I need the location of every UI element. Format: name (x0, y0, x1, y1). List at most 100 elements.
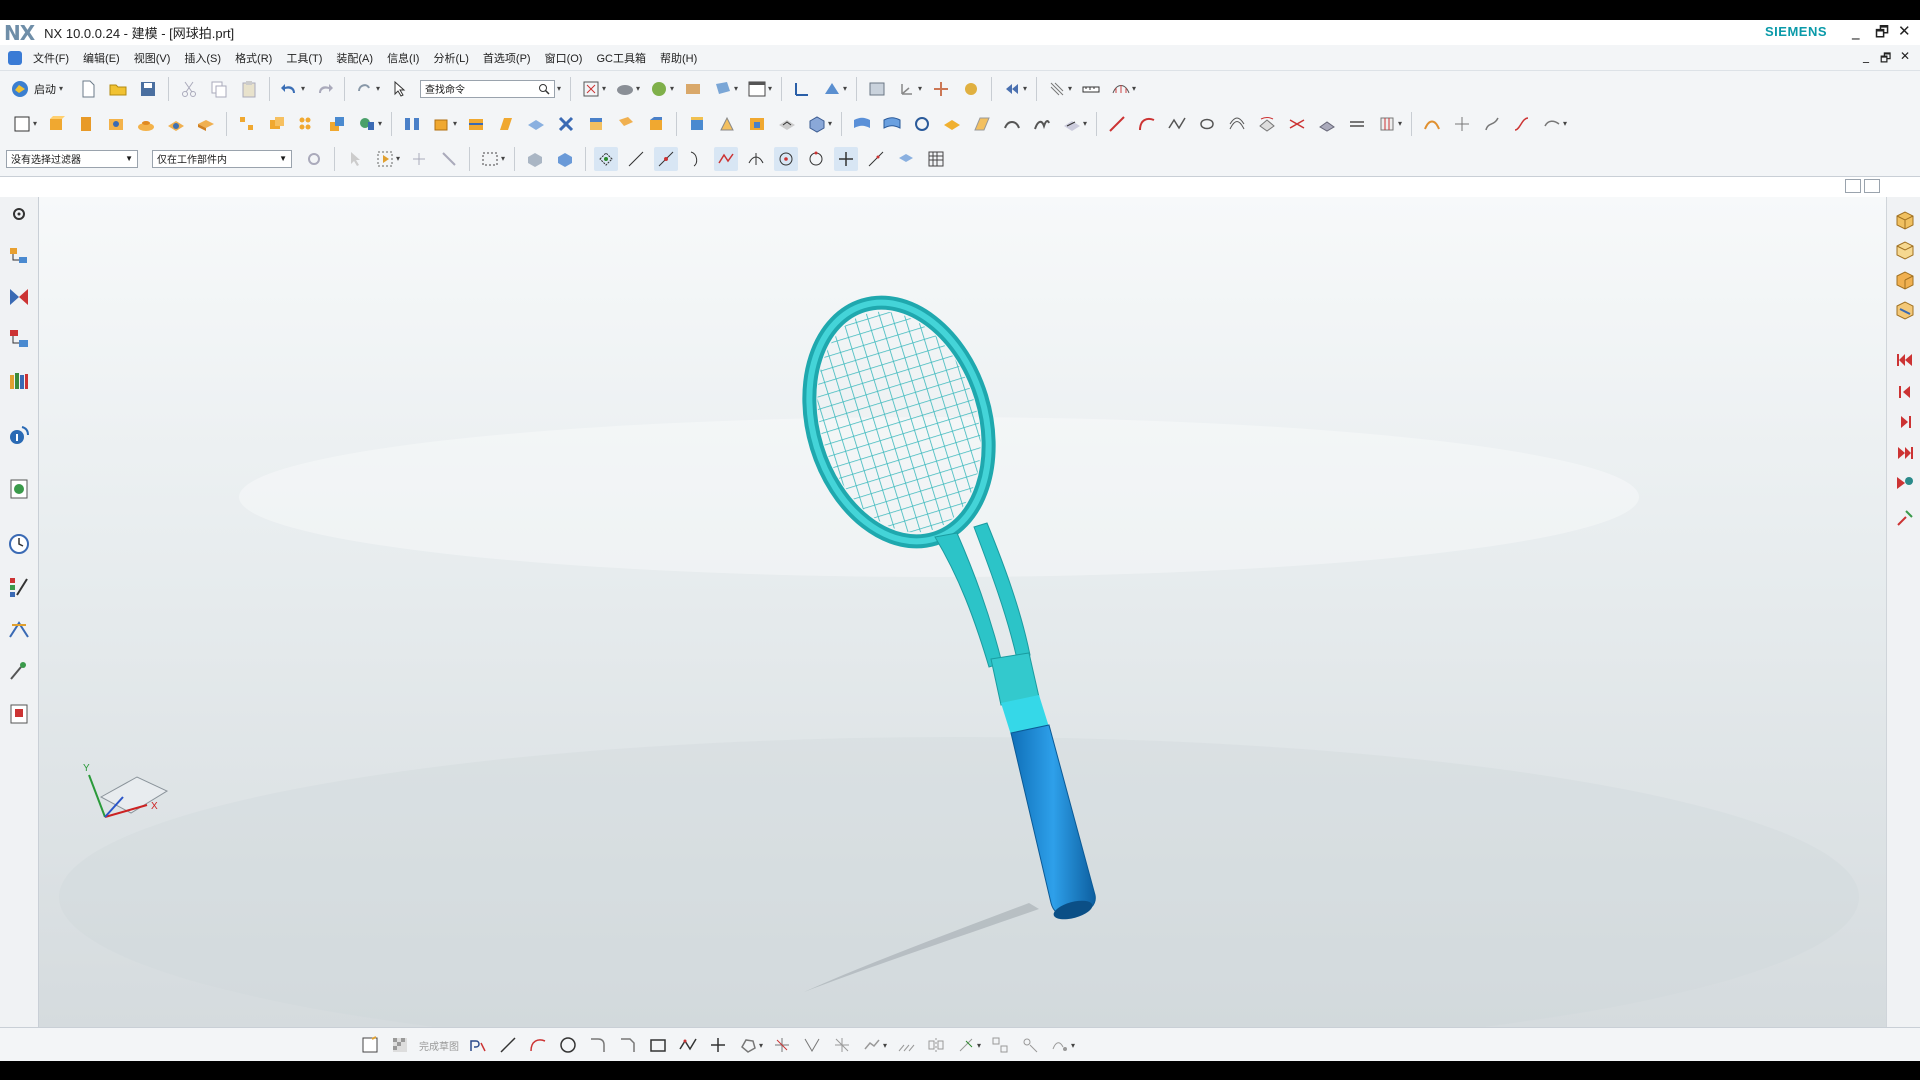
save-button[interactable] (136, 77, 160, 101)
sketch-line-button[interactable] (496, 1033, 520, 1057)
history-button[interactable] (7, 532, 31, 556)
layout-button[interactable] (745, 77, 769, 101)
move-to-layer-button[interactable] (711, 77, 735, 101)
web-browser-button[interactable] (7, 477, 31, 501)
chamfer-button[interactable] (644, 112, 668, 136)
curve-analysis-button[interactable] (1109, 77, 1133, 101)
select-all-button[interactable] (373, 147, 397, 171)
array-button[interactable] (295, 112, 319, 136)
previous-step-button[interactable] (1894, 381, 1916, 403)
sketch-circle-button[interactable] (556, 1033, 580, 1057)
auto-constrain-button[interactable] (1018, 1033, 1042, 1057)
menu-view[interactable]: 视图(V) (127, 50, 178, 66)
menu-tools[interactable]: 工具(T) (279, 50, 329, 66)
sketch-point-button[interactable] (706, 1033, 730, 1057)
chevron-down-icon[interactable]: ▾ (301, 84, 307, 93)
chevron-down-icon[interactable]: ▾ (1083, 119, 1089, 128)
chevron-down-icon[interactable]: ▾ (734, 84, 740, 93)
touch-mode-button[interactable] (387, 77, 411, 101)
open-file-button[interactable] (106, 77, 130, 101)
snap-existing-point-button[interactable] (834, 146, 858, 171)
snap-arc-center-button[interactable] (774, 146, 798, 171)
background-button[interactable] (647, 77, 671, 101)
project-curve-button[interactable] (1255, 112, 1279, 136)
sketch-arc-button[interactable] (526, 1033, 550, 1057)
trim-curve-button[interactable] (1450, 112, 1474, 136)
layer-button[interactable] (681, 77, 705, 101)
trimmed-sheet-button[interactable] (1060, 112, 1084, 136)
snap-point-on-curve-button[interactable] (864, 147, 888, 171)
history-replay-button[interactable] (1894, 507, 1916, 529)
chevron-down-icon[interactable]: ▾ (501, 154, 507, 163)
menu-file[interactable]: 文件(F) (26, 50, 76, 66)
graphics-window[interactable]: Y X (39, 197, 1886, 1027)
snap-line-button[interactable] (624, 147, 648, 171)
select-body-button[interactable] (523, 147, 547, 171)
snap-view-button[interactable] (820, 77, 844, 101)
section-curve-button[interactable] (1315, 112, 1339, 136)
sketch-rectangle-button[interactable] (646, 1033, 670, 1057)
repeat-command-button[interactable] (353, 77, 377, 101)
chevron-down-icon[interactable]: ▾ (1563, 119, 1569, 128)
intersection-curve-button[interactable] (1285, 112, 1309, 136)
animation-button[interactable] (1000, 77, 1024, 101)
chevron-down-icon[interactable]: ▾ (759, 1041, 765, 1050)
minimize-window-button[interactable]: _ (1852, 22, 1860, 40)
new-file-button[interactable] (76, 77, 100, 101)
start-button[interactable]: 启动 ▾ (10, 79, 67, 99)
pattern-feature-button[interactable] (235, 112, 259, 136)
reuse-library-button[interactable] (7, 369, 31, 393)
studio-surface-button[interactable] (910, 112, 934, 136)
chevron-down-icon[interactable]: ▾ (396, 154, 402, 163)
undo-button[interactable] (278, 77, 302, 101)
system-materials-button[interactable] (7, 575, 31, 599)
rectangle-select-button[interactable] (478, 147, 502, 171)
command-search-input[interactable]: 查找命令 (420, 79, 555, 98)
copy-button[interactable] (207, 77, 231, 101)
n-sided-button[interactable] (1000, 112, 1024, 136)
swept-button[interactable] (940, 112, 964, 136)
arc-button[interactable] (1135, 112, 1159, 136)
select-feature-button[interactable] (302, 147, 326, 171)
render-style-button[interactable] (613, 77, 637, 101)
menu-gc-toolkit[interactable]: GC工具箱 (589, 50, 653, 66)
helix-button[interactable] (1195, 112, 1219, 136)
combine-button[interactable] (325, 112, 349, 136)
paste-button[interactable] (237, 77, 261, 101)
view-top-button[interactable] (1894, 239, 1916, 261)
snap-endpoint-button[interactable] (594, 146, 618, 171)
menu-assemblies[interactable]: 装配(A) (329, 50, 380, 66)
follow-selection-button[interactable] (407, 147, 431, 171)
edge-blend-button[interactable] (614, 112, 638, 136)
chevron-down-icon[interactable]: ▾ (636, 84, 642, 93)
cut-button[interactable] (177, 77, 201, 101)
menu-insert[interactable]: 插入(S) (177, 50, 228, 66)
line-button[interactable] (1105, 112, 1129, 136)
geometric-constraints-button[interactable] (988, 1033, 1012, 1057)
menu-analysis[interactable]: 分析(L) (426, 50, 475, 66)
chevron-down-icon[interactable]: ▾ (1132, 84, 1138, 93)
spline-button[interactable] (1165, 112, 1189, 136)
doc-close-button[interactable]: ✕ (1900, 49, 1910, 63)
constraint-navigator-button[interactable] (7, 285, 31, 309)
quick-extend-button[interactable] (800, 1033, 824, 1057)
restore-window-button[interactable]: 🗗 (1875, 22, 1889, 47)
menu-help[interactable]: 帮助(H) (653, 50, 704, 66)
menu-preferences[interactable]: 首选项(P) (476, 50, 538, 66)
chevron-down-icon[interactable]: ▾ (977, 1041, 983, 1050)
select-face-button[interactable] (553, 147, 577, 171)
sketch-task-button[interactable] (358, 1033, 382, 1057)
sketch-chamfer-button[interactable] (616, 1033, 640, 1057)
offset-curve-sketch-button[interactable] (860, 1033, 884, 1057)
hole-button[interactable] (104, 112, 128, 136)
curve-edit-button[interactable] (1420, 112, 1444, 136)
chevron-down-icon[interactable]: ▾ (1023, 84, 1029, 93)
shell-button[interactable] (430, 112, 454, 136)
part-navigator-button[interactable] (7, 327, 31, 351)
snap-intersection-button[interactable] (744, 147, 768, 171)
doc-minimize-button[interactable]: _ (1863, 49, 1869, 63)
grid-button[interactable] (1045, 77, 1069, 101)
ribbon-options-button[interactable] (1845, 179, 1861, 193)
manufacturing-wizards-button[interactable] (7, 659, 31, 683)
chevron-down-icon[interactable]: ▾ (1071, 1041, 1077, 1050)
